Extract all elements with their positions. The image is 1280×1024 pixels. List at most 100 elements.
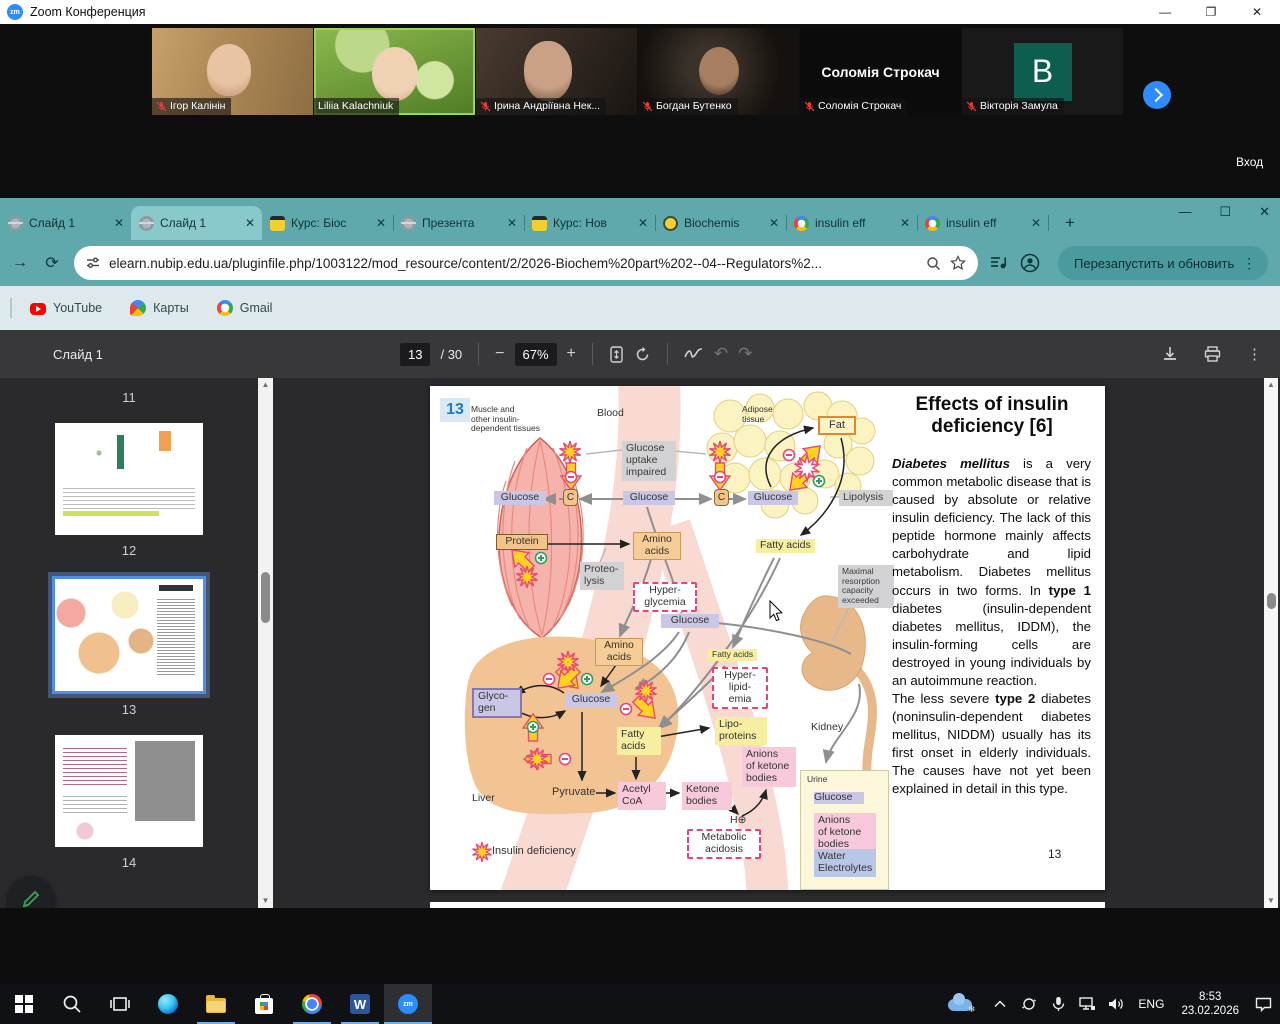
- pdf-menu-icon[interactable]: ⋮: [1247, 345, 1262, 363]
- zoom-in-button[interactable]: +: [567, 345, 576, 363]
- participant-tile[interactable]: Соломія Строкач Соломія Строкач: [800, 28, 961, 115]
- browser-menu-icon[interactable]: ⋮: [1242, 255, 1256, 272]
- scroll-up-icon[interactable]: ▲: [258, 378, 273, 392]
- annotate-pen-icon[interactable]: [684, 347, 704, 361]
- pdf-content-area: 11 12 13 14 ▲ ▼: [0, 378, 1280, 908]
- scroll-down-icon[interactable]: ▼: [1264, 894, 1278, 908]
- scroll-down-icon[interactable]: ▼: [258, 894, 273, 908]
- download-icon[interactable]: [1162, 346, 1178, 362]
- browser-minimize-button[interactable]: —: [1178, 204, 1191, 220]
- start-button[interactable]: [0, 984, 48, 1024]
- browser-tab[interactable]: insulin eff ✕: [917, 206, 1048, 240]
- browser-close-button[interactable]: ✕: [1259, 204, 1270, 220]
- reload-icon[interactable]: ⟳: [42, 253, 62, 273]
- browser-maximize-button[interactable]: ☐: [1219, 204, 1231, 220]
- main-scrollbar[interactable]: ▲ ▼: [1264, 378, 1278, 908]
- tab-close-icon[interactable]: ✕: [1028, 216, 1044, 230]
- zoom-level-input[interactable]: 67%: [515, 343, 557, 366]
- store-button[interactable]: [240, 984, 288, 1024]
- url-field[interactable]: elearn.nubip.edu.ua/pluginfile.php/10031…: [74, 246, 978, 280]
- zoom-close-button[interactable]: ✕: [1234, 5, 1280, 19]
- microphone-tray-icon[interactable]: [1047, 996, 1069, 1012]
- bookmark-item[interactable]: Карты: [130, 300, 189, 316]
- edge-icon: [158, 994, 178, 1014]
- participant-name: Ігор Калінін: [170, 100, 225, 112]
- page-number-input[interactable]: 13: [400, 343, 430, 366]
- participant-avatar-letter: B: [1014, 43, 1072, 101]
- volume-icon[interactable]: [1105, 997, 1127, 1011]
- diagram-label: C: [714, 489, 729, 506]
- task-view-button[interactable]: [96, 984, 144, 1024]
- sidebar-scrollbar[interactable]: ▲ ▼: [258, 378, 273, 908]
- network-icon[interactable]: [1076, 997, 1098, 1011]
- language-indicator[interactable]: ENG: [1138, 997, 1164, 1011]
- signin-link[interactable]: Вход: [1236, 155, 1263, 169]
- tab-favicon: [663, 216, 678, 231]
- participant-tile[interactable]: Ірина Андріївна Нек...: [476, 28, 637, 115]
- page-thumbnail[interactable]: [55, 735, 203, 847]
- browser-tab[interactable]: Biochemis ✕: [655, 206, 786, 240]
- browser-tab[interactable]: insulin eff ✕: [786, 206, 917, 240]
- tab-close-icon[interactable]: ✕: [766, 216, 782, 230]
- next-participants-button[interactable]: [1143, 81, 1171, 109]
- page-thumbnail[interactable]: [52, 576, 206, 694]
- search-icon: [62, 994, 82, 1014]
- zoom-minimize-button[interactable]: —: [1142, 5, 1188, 19]
- edge-button[interactable]: [144, 984, 192, 1024]
- zoom-restore-button[interactable]: ❐: [1188, 5, 1234, 19]
- weather-icon[interactable]: ❄: [948, 995, 974, 1013]
- diagram-label: Glucose uptake impaired: [622, 441, 676, 481]
- participant-tile[interactable]: B Вікторія Замула: [962, 28, 1123, 115]
- participant-tile[interactable]: Ігор Калінін: [152, 28, 313, 115]
- print-icon[interactable]: [1204, 346, 1221, 362]
- tab-label: Слайд 1: [29, 216, 109, 230]
- participant-tile[interactable]: Liliia Kalachniuk: [314, 28, 475, 115]
- teams-sync-icon[interactable]: [1018, 996, 1040, 1012]
- browser-tab[interactable]: Слайд 1 ✕: [131, 206, 262, 240]
- bookmark-item[interactable]: YouTube: [30, 301, 102, 315]
- tab-close-icon[interactable]: ✕: [897, 216, 913, 230]
- thumbnail-item: 12: [0, 423, 258, 572]
- notification-icon[interactable]: [1252, 997, 1274, 1012]
- bookmark-item[interactable]: Gmail: [217, 300, 273, 316]
- tray-expand-icon[interactable]: [989, 1000, 1011, 1008]
- forward-icon[interactable]: →: [10, 254, 30, 272]
- browser-tab[interactable]: Курс: Біос ✕: [262, 206, 393, 240]
- zoom-out-button[interactable]: −: [495, 345, 504, 363]
- fit-page-icon[interactable]: [609, 346, 624, 363]
- new-tab-button[interactable]: +: [1056, 209, 1084, 237]
- profile-icon[interactable]: [1020, 253, 1040, 273]
- file-explorer-button[interactable]: [192, 984, 240, 1024]
- browser-tab[interactable]: Курс: Нов ✕: [524, 206, 655, 240]
- media-controls-icon[interactable]: [990, 255, 1008, 271]
- restart-update-button[interactable]: Перезапустить и обновить ⋮: [1058, 246, 1268, 280]
- rotate-icon[interactable]: [634, 346, 651, 363]
- chrome-button[interactable]: [288, 984, 336, 1024]
- participant-tile[interactable]: Богдан Бутенко: [638, 28, 799, 115]
- tab-close-icon[interactable]: ✕: [242, 216, 258, 230]
- bookmark-favicon: [30, 303, 46, 315]
- zoom-titlebar: zm Zoom Конференция — ❐ ✕: [0, 0, 1280, 24]
- zoom-app-button[interactable]: zm: [384, 984, 432, 1024]
- diagram-label: Protein: [496, 534, 548, 550]
- bookmarks-bar: YouTube Карты Gmail: [0, 286, 1280, 330]
- diagram-label: Anions of ketone bodies: [742, 747, 796, 787]
- site-settings-icon[interactable]: [86, 256, 100, 270]
- browser-tab[interactable]: Презента ✕: [393, 206, 524, 240]
- scroll-up-icon[interactable]: ▲: [1264, 378, 1278, 392]
- browser-tab[interactable]: Слайд 1 ✕: [0, 206, 131, 240]
- tab-close-icon[interactable]: ✕: [111, 216, 127, 230]
- tab-close-icon[interactable]: ✕: [373, 216, 389, 230]
- search-button[interactable]: [48, 984, 96, 1024]
- word-button[interactable]: W: [336, 984, 384, 1024]
- tab-close-icon[interactable]: ✕: [504, 216, 520, 230]
- main-scroll-thumb[interactable]: [1267, 593, 1276, 609]
- tab-close-icon[interactable]: ✕: [635, 216, 651, 230]
- sidebar-scroll-thumb[interactable]: [261, 572, 270, 623]
- mic-muted-icon: [156, 101, 167, 112]
- participant-name: Богдан Бутенко: [656, 100, 732, 112]
- page-thumbnail[interactable]: [55, 423, 203, 535]
- bookmark-star-icon[interactable]: [950, 255, 966, 271]
- zoom-page-icon[interactable]: [926, 256, 941, 271]
- clock[interactable]: 8:5323.02.2026: [1181, 990, 1239, 1019]
